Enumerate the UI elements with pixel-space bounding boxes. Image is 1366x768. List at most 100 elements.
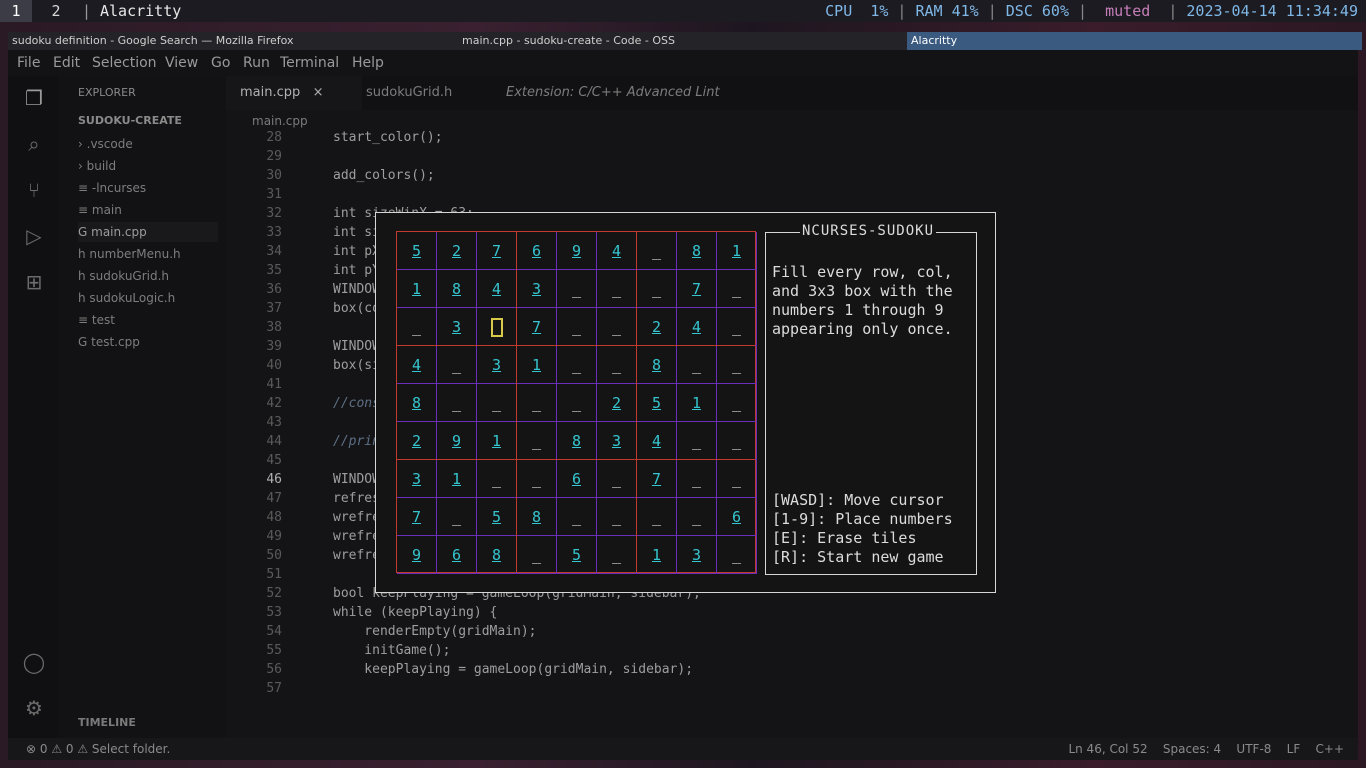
sudoku-cell[interactable]: _ [517, 536, 557, 574]
sudoku-cell[interactable]: _ [557, 384, 597, 422]
sudoku-cell[interactable]: _ [597, 460, 637, 498]
sudoku-cell[interactable]: _ [637, 270, 677, 308]
sudoku-cell[interactable]: _ [477, 384, 517, 422]
explorer-icon[interactable]: ❐ [22, 86, 46, 110]
sudoku-cell[interactable]: 8 [517, 498, 557, 536]
sudoku-cell[interactable]: _ [637, 232, 677, 270]
sudoku-cell[interactable]: 7 [517, 308, 557, 346]
sudoku-cell[interactable]: _ [717, 308, 757, 346]
file-item[interactable]: › .vscode [78, 134, 133, 154]
sudoku-cell[interactable]: _ [677, 422, 717, 460]
sudoku-cell[interactable]: 8 [397, 384, 437, 422]
sudoku-cell[interactable]: _ [717, 536, 757, 574]
tab-extension-lint[interactable]: Extension: C/C++ Advanced Lint [506, 76, 726, 110]
sudoku-cell[interactable]: _ [637, 498, 677, 536]
workspace-2[interactable]: 2 [40, 0, 72, 22]
sudoku-cell[interactable]: 7 [677, 270, 717, 308]
code-line[interactable]: start_color(); [333, 128, 443, 147]
sudoku-cell[interactable]: 4 [477, 270, 517, 308]
sudoku-cell[interactable]: _ [557, 308, 597, 346]
code-line[interactable]: keepPlaying = gameLoop(gridMain, sidebar… [333, 660, 693, 679]
tab-main-cpp[interactable]: main.cpp × [226, 76, 362, 110]
sudoku-cell[interactable]: _ [557, 498, 597, 536]
file-item[interactable]: ≡ main [78, 200, 122, 220]
sudoku-cell[interactable]: 1 [437, 460, 477, 498]
sudoku-cell[interactable]: _ [597, 536, 637, 574]
sudoku-cell[interactable]: 6 [437, 536, 477, 574]
run-debug-icon[interactable]: ▷ [22, 224, 46, 248]
project-folder[interactable]: SUDOKU-CREATE [78, 114, 182, 127]
sudoku-cell[interactable]: 8 [557, 422, 597, 460]
sudoku-cell[interactable]: 5 [477, 498, 517, 536]
sudoku-cell[interactable]: 4 [677, 308, 717, 346]
sudoku-cell[interactable]: _ [597, 308, 637, 346]
sudoku-cell[interactable]: 1 [517, 346, 557, 384]
sudoku-cell[interactable]: _ [437, 498, 477, 536]
sudoku-cell[interactable]: 1 [717, 232, 757, 270]
sudoku-cell[interactable]: 1 [637, 536, 677, 574]
sudoku-terminal-window[interactable]: 5 2 7 6 9 4 _ 8 1 1 8 4 3 _ _ _ 7 _ _ 3 7 _ _ 2 4 _ 4 _ 3 1 _ _ 8 _ _ 8 _ _ _ _… [375, 212, 996, 593]
sudoku-cell[interactable]: _ [717, 422, 757, 460]
account-icon[interactable]: ◯ [22, 650, 46, 674]
menu-file[interactable]: File [17, 50, 40, 76]
timeline-section[interactable]: TIMELINE [78, 716, 136, 729]
sudoku-cell[interactable]: 1 [677, 384, 717, 422]
sudoku-cell[interactable]: 4 [637, 422, 677, 460]
sudoku-cell[interactable]: 2 [437, 232, 477, 270]
search-icon[interactable]: ⌕ [22, 132, 46, 156]
workspace-1[interactable]: 1 [0, 0, 32, 22]
sudoku-cell[interactable]: 9 [557, 232, 597, 270]
menu-help[interactable]: Help [352, 50, 384, 76]
sudoku-cell[interactable]: 6 [517, 232, 557, 270]
sudoku-cell[interactable]: 5 [557, 536, 597, 574]
close-icon[interactable]: × [304, 85, 324, 100]
sudoku-cell[interactable]: 8 [437, 270, 477, 308]
sudoku-cell[interactable]: _ [517, 422, 557, 460]
sudoku-cell[interactable]: _ [477, 460, 517, 498]
sudoku-cell[interactable]: _ [717, 384, 757, 422]
problems-status[interactable]: ⊗ 0 ⚠ 0 ⚠ Select folder. [26, 738, 170, 760]
menu-run[interactable]: Run [243, 50, 270, 76]
sudoku-cell[interactable]: _ [597, 498, 637, 536]
extensions-icon[interactable]: ⊞ [22, 270, 46, 294]
gear-icon[interactable]: ⚙ [22, 696, 46, 720]
sudoku-cell[interactable]: 9 [397, 536, 437, 574]
file-item[interactable]: h sudokuLogic.h [78, 288, 175, 308]
breadcrumb[interactable]: main.cpp [252, 114, 308, 128]
sudoku-cell[interactable]: _ [557, 270, 597, 308]
file-item[interactable]: G main.cpp [78, 222, 218, 242]
sudoku-cell[interactable]: 8 [677, 232, 717, 270]
sudoku-cell[interactable]: 2 [397, 422, 437, 460]
menu-go[interactable]: Go [211, 50, 230, 76]
window-tab-alacritty[interactable]: Alacritty [907, 32, 1362, 50]
sudoku-cell[interactable]: 6 [557, 460, 597, 498]
sudoku-cell[interactable]: 2 [597, 384, 637, 422]
sudoku-cell[interactable]: 5 [637, 384, 677, 422]
sudoku-cell[interactable]: 3 [677, 536, 717, 574]
menu-selection[interactable]: Selection [92, 50, 157, 76]
sudoku-cell[interactable]: _ [397, 308, 437, 346]
sudoku-cell[interactable]: 7 [637, 460, 677, 498]
sudoku-cell[interactable]: 1 [397, 270, 437, 308]
sudoku-cell[interactable]: 7 [397, 498, 437, 536]
sudoku-cell[interactable]: _ [677, 498, 717, 536]
sudoku-grid[interactable]: 5 2 7 6 9 4 _ 8 1 1 8 4 3 _ _ _ 7 _ _ 3 7 _ _ 2 4 _ 4 _ 3 1 _ _ 8 _ _ 8 _ _ _ _… [396, 231, 757, 574]
sudoku-cell[interactable]: _ [437, 384, 477, 422]
sudoku-cell[interactable]: 3 [597, 422, 637, 460]
code-line[interactable]: add_colors(); [333, 166, 435, 185]
sudoku-cell[interactable]: _ [717, 460, 757, 498]
sudoku-cell[interactable] [477, 308, 517, 346]
sudoku-cell[interactable]: 1 [477, 422, 517, 460]
window-tab-code[interactable]: main.cpp - sudoku-create - Code - OSS [458, 32, 910, 50]
sudoku-cell[interactable]: 8 [637, 346, 677, 384]
sudoku-cell[interactable]: 3 [477, 346, 517, 384]
file-item[interactable]: › build [78, 156, 116, 176]
sudoku-cell[interactable]: 3 [437, 308, 477, 346]
sudoku-cell[interactable]: _ [557, 346, 597, 384]
file-item[interactable]: h sudokuGrid.h [78, 266, 169, 286]
sudoku-cell[interactable]: _ [717, 270, 757, 308]
menu-view[interactable]: View [165, 50, 198, 76]
code-line[interactable]: renderEmpty(gridMain); [333, 622, 536, 641]
file-item[interactable]: G test.cpp [78, 332, 140, 352]
sudoku-cell[interactable]: 4 [597, 232, 637, 270]
